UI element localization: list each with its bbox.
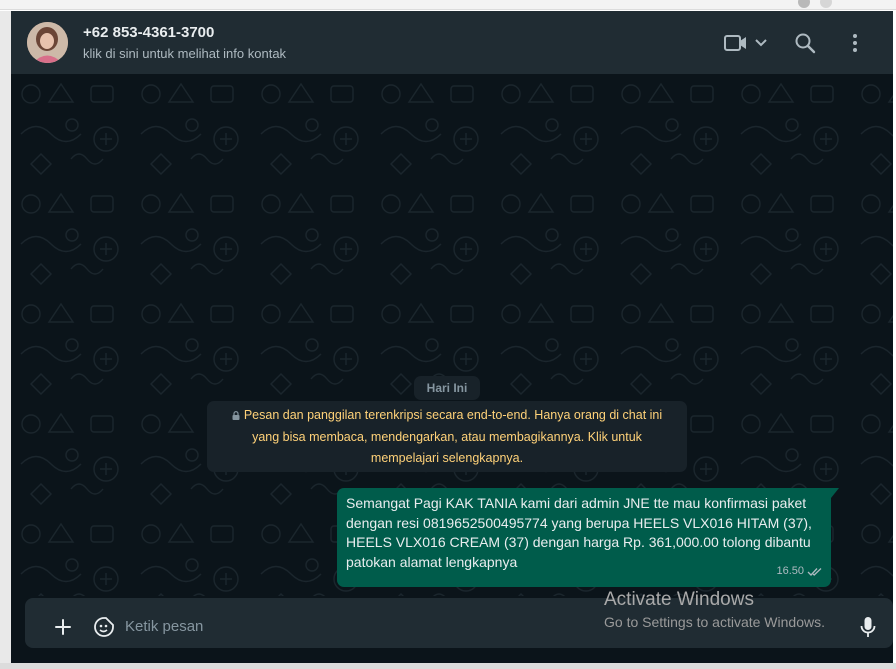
double-check-icon [807,568,822,577]
watermark-title: Activate Windows [604,589,754,610]
lock-icon [232,411,240,420]
browser-avatar-icon[interactable] [798,0,810,8]
chat-area[interactable]: Hari Ini Pesan dan panggilan terenkripsi… [11,74,893,596]
encryption-notice[interactable]: Pesan dan panggilan terenkripsi secara e… [207,401,687,472]
avatar[interactable] [27,22,68,63]
sticker-button[interactable] [89,612,119,642]
menu-dots-icon [853,34,857,52]
message-input[interactable] [125,612,685,640]
whatsapp-chat-window: +62 853-4361-3700 klik di sini untuk mel… [11,11,893,663]
message-meta: 16.50 [776,562,823,582]
contact-name[interactable]: +62 853-4361-3700 [83,24,214,41]
date-separator: Hari Ini [414,376,480,400]
outgoing-message[interactable]: Semangat Pagi KAK TANIA kami dari admin … [337,488,839,587]
sticker-icon [94,617,114,637]
video-call-icon [724,35,746,51]
encryption-notice-text: Pesan dan panggilan terenkripsi secara e… [243,408,663,465]
search-button[interactable] [791,29,819,57]
window-left-edge [0,11,11,663]
menu-button[interactable] [843,29,867,57]
message-text: Semangat Pagi KAK TANIA kami dari admin … [346,495,812,570]
windows-activation-watermark: Activate Windows Go to Settings to activ… [604,589,825,633]
browser-top-strip [0,0,896,10]
video-call-button[interactable] [721,29,771,57]
search-icon [795,33,816,54]
message-time: 16.50 [776,565,804,578]
plus-icon [55,619,71,635]
contact-info-hint[interactable]: klik di sini untuk melihat info kontak [83,46,286,61]
chat-header[interactable]: +62 853-4361-3700 klik di sini untuk mel… [11,11,893,74]
chevron-down-icon [755,39,767,47]
attach-button[interactable] [49,613,77,641]
microphone-icon [860,617,876,637]
browser-profile-icon[interactable] [820,0,832,8]
window-bottom-edge [0,663,896,669]
voice-message-button[interactable] [855,613,881,641]
avatar-photo [27,22,68,63]
watermark-subtitle: Go to Settings to activate Windows. [604,614,825,630]
